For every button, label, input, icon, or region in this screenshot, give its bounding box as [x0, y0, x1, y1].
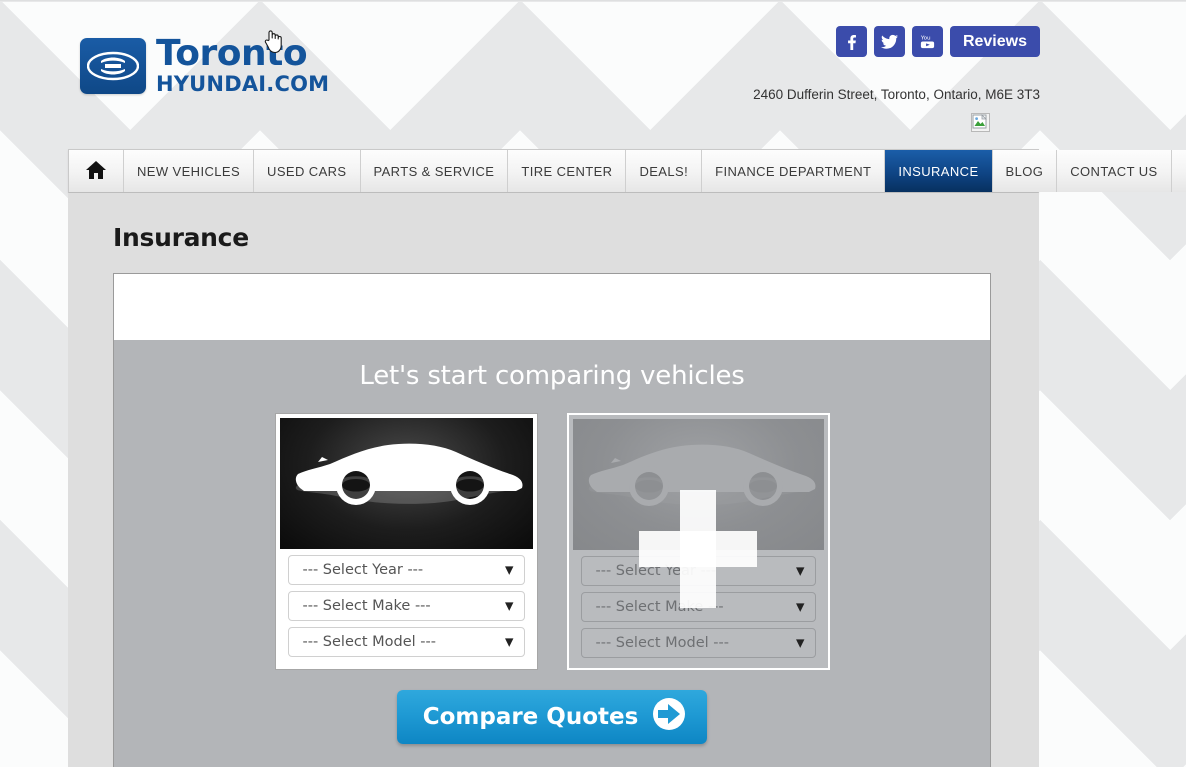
- compare-panel: Let's start comparing vehicles --- Selec…: [114, 340, 990, 767]
- compare-quotes-label: Compare Quotes: [422, 704, 639, 730]
- select-make-1[interactable]: --- Select Make --- ▼: [287, 591, 525, 621]
- content-column: Insurance Let's start comparing vehicles: [68, 193, 1039, 767]
- select-model-1[interactable]: --- Select Model --- ▼: [287, 627, 525, 657]
- insurance-quote-widget: Let's start comparing vehicles --- Selec…: [113, 273, 991, 767]
- compare-quotes-button[interactable]: Compare Quotes: [396, 690, 708, 744]
- chevron-down-icon: ▼: [505, 563, 514, 577]
- facebook-icon[interactable]: [835, 26, 867, 57]
- select-year-1-value: --- Select Year ---: [302, 562, 424, 578]
- page-title: Insurance: [113, 223, 249, 252]
- select-year-2-value: --- Select Year ---: [595, 563, 717, 579]
- vehicle-image-stage: [279, 418, 533, 549]
- chevron-down-icon: ▼: [796, 600, 805, 614]
- chevron-down-icon: ▼: [505, 635, 514, 649]
- social-links-row: You Reviews: [835, 26, 1040, 57]
- select-year-2[interactable]: --- Select Year --- ▼: [580, 556, 816, 586]
- nav-item-home[interactable]: [69, 150, 124, 192]
- compare-button-wrap: Compare Quotes: [114, 690, 990, 744]
- logo-line-hyundai: HYUNDAI.COM: [156, 72, 330, 96]
- chevron-down-icon: ▼: [796, 564, 805, 578]
- nav-item-finance-department[interactable]: FINANCE DEPARTMENT: [702, 150, 886, 192]
- dealer-address: 2460 Dufferin Street, Toronto, Ontario, …: [753, 87, 1040, 102]
- nav-empty-slot: [1171, 150, 1186, 192]
- select-model-2[interactable]: --- Select Model --- ▼: [580, 628, 816, 658]
- vehicle-2-selects: --- Select Year --- ▼ --- Select Make --…: [573, 550, 824, 658]
- chevron-down-icon: ▼: [505, 599, 514, 613]
- nav-item-tire-center[interactable]: TIRE CENTER: [508, 150, 627, 192]
- vehicle-card-2[interactable]: --- Select Year --- ▼ --- Select Make --…: [566, 413, 830, 670]
- window-top-edge: [0, 0, 1186, 2]
- chevron-down-icon: ▼: [796, 636, 805, 650]
- site-header: Toronto HYUNDAI.COM You Reviews 2460 Duf…: [60, 4, 1040, 144]
- site-logo[interactable]: Toronto HYUNDAI.COM: [80, 36, 329, 95]
- vehicle-1-selects: --- Select Year --- ▼ --- Select Make --…: [280, 549, 533, 657]
- svg-text:You: You: [920, 36, 931, 42]
- nav-item-blog[interactable]: BLOG: [992, 150, 1058, 192]
- select-model-1-value: --- Select Model ---: [302, 634, 437, 650]
- main-navigation: NEW VEHICLES USED CARS PARTS & SERVICE T…: [68, 149, 1186, 193]
- nav-item-contact-us[interactable]: CONTACT US: [1057, 150, 1172, 192]
- home-icon: [85, 160, 107, 183]
- widget-header-blank-area: [114, 274, 990, 340]
- broken-image-icon: [971, 113, 990, 132]
- car-reflection: [588, 477, 815, 505]
- reviews-button[interactable]: Reviews: [949, 26, 1040, 57]
- nav-item-new-vehicles[interactable]: NEW VEHICLES: [124, 150, 255, 192]
- nav-item-deals[interactable]: DEALS!: [626, 150, 703, 192]
- twitter-icon[interactable]: [873, 26, 905, 57]
- select-year-1[interactable]: --- Select Year --- ▼: [287, 555, 525, 585]
- nav-item-insurance[interactable]: INSURANCE: [885, 150, 993, 192]
- vehicle-image-stage: [572, 419, 824, 550]
- select-make-1-value: --- Select Make ---: [302, 598, 431, 614]
- logo-line-toronto: Toronto: [156, 33, 308, 74]
- logo-wordmark: Toronto HYUNDAI.COM: [156, 36, 329, 95]
- car-reflection: [295, 476, 522, 504]
- select-make-2[interactable]: --- Select Make --- ▼: [580, 592, 816, 622]
- vehicle-cards-row: --- Select Year --- ▼ --- Select Make --…: [114, 413, 990, 670]
- nav-item-used-cars[interactable]: USED CARS: [254, 150, 361, 192]
- vehicle-card-1[interactable]: --- Select Year --- ▼ --- Select Make --…: [274, 413, 538, 670]
- compare-heading: Let's start comparing vehicles: [359, 361, 745, 391]
- arrow-circle-right-icon: [651, 696, 687, 738]
- hyundai-logo-icon: [80, 37, 146, 94]
- nav-item-parts-service[interactable]: PARTS & SERVICE: [360, 150, 509, 192]
- select-make-2-value: --- Select Make ---: [595, 599, 724, 615]
- select-model-2-value: --- Select Model ---: [595, 635, 730, 651]
- youtube-icon[interactable]: You: [911, 26, 943, 57]
